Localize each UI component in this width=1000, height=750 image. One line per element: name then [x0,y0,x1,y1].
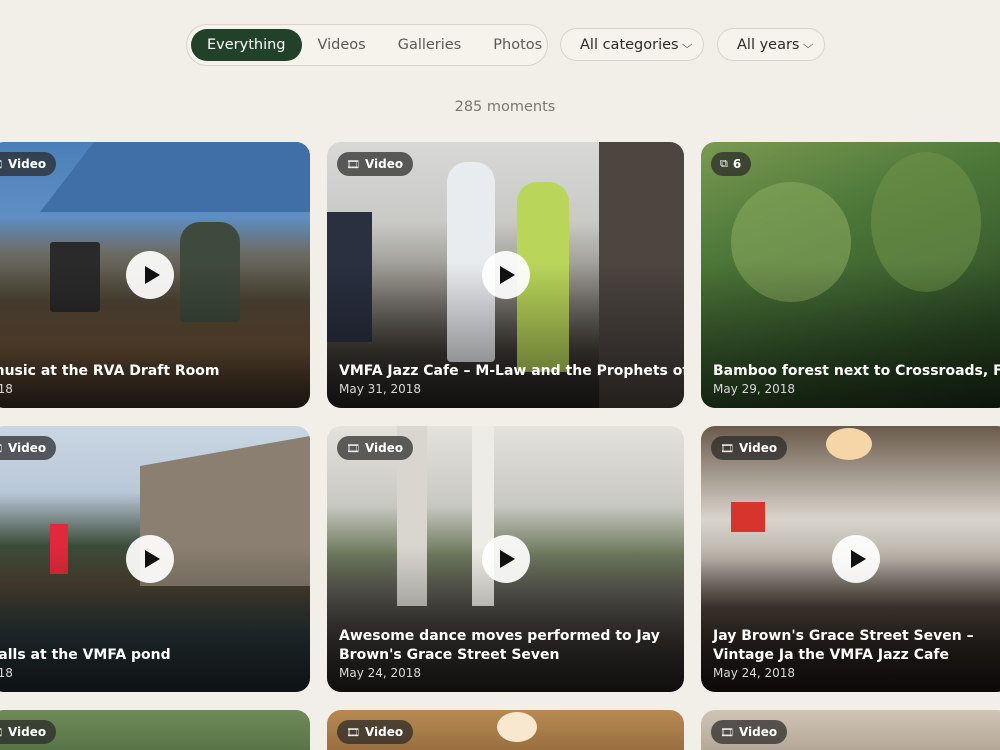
moments-count: 285 moments [454,99,556,115]
moment-card[interactable]: ⧉ 6 Bamboo forest next to Crossroads, Fo… [701,142,1000,408]
chevron-down-icon: ⌵ [802,37,814,51]
tab-photos[interactable]: Photos [477,29,558,61]
play-button[interactable] [481,251,530,299]
chevron-down-icon: ⌵ [681,37,693,51]
moment-card[interactable]: 🎞 Video VMFA Jazz Cafe – M-Law and the P… [327,142,684,408]
card-title: Jay Brown's Grace Street Seven – Vintage… [713,628,974,663]
moment-card[interactable]: 🎞 Video [327,710,684,750]
moment-card[interactable]: 🎞 Video Jay Brown's Grace Street Seven –… [701,426,1000,692]
content-type-filter: Everything Videos Galleries Photos [186,24,548,66]
video-badge: 🎞 Video [711,720,788,744]
card-date: May 31, 2018 [339,382,422,396]
card-date: May 24, 2018 [339,666,422,680]
play-icon [144,266,160,284]
moment-card[interactable]: 🎞 Video music at the RVA Draft Room 018 [0,142,310,408]
film-icon: 🎞 [346,725,360,739]
film-icon: 🎞 [0,726,3,739]
film-icon: 🎞 [346,441,360,455]
card-title: Awesome dance moves performed to Jay Bro… [339,628,660,663]
tab-everything[interactable]: Everything [191,29,302,61]
film-icon: 🎞 [720,441,734,455]
video-badge: 🎞 Video [0,152,57,176]
year-select[interactable]: All years ⌵ [717,28,825,61]
gallery-badge: ⧉ 6 [711,152,752,176]
play-button[interactable] [832,535,880,583]
play-icon [144,550,160,568]
card-title: calls at the VMFA pond [0,647,171,663]
video-badge: 🎞 Video [337,436,414,460]
category-select[interactable]: All categories ⌵ [560,28,704,61]
video-badge: 🎞 Video [337,720,414,744]
moment-card[interactable]: 🎞 Video [0,710,310,750]
category-select-value: All categories [580,36,679,53]
film-icon: 🎞 [0,158,3,171]
video-badge: 🎞 Video [0,436,57,460]
play-button[interactable] [126,535,174,583]
film-icon: 🎞 [0,442,3,455]
film-icon: 🎞 [720,725,734,739]
tab-galleries[interactable]: Galleries [382,29,478,61]
card-date: May 29, 2018 [713,382,796,396]
card-title: music at the RVA Draft Room [0,363,220,379]
card-title: VMFA Jazz Cafe – M-Law and the Prophets … [339,363,684,379]
video-badge: 🎞 Video [337,152,414,176]
tab-videos[interactable]: Videos [302,29,382,61]
play-icon [850,550,866,568]
play-button[interactable] [126,251,174,299]
play-button[interactable] [481,535,530,583]
year-select-value: All years [737,36,800,53]
film-icon: 🎞 [346,157,360,171]
moment-card[interactable]: 🎞 Video calls at the VMFA pond 018 [0,426,310,692]
play-icon [500,266,515,284]
video-badge: 🎞 Video [0,720,57,744]
play-icon [500,550,515,568]
card-date: 018 [0,382,13,396]
moment-card[interactable]: 🎞 Video [701,710,1000,750]
card-date: 018 [0,666,13,680]
moment-card[interactable]: 🎞 Video Awesome dance moves performed to… [327,426,684,692]
video-badge: 🎞 Video [711,436,788,460]
card-date: May 24, 2018 [713,666,796,680]
gallery-icon: ⧉ [720,157,728,170]
card-title: Bamboo forest next to Crossroads, Forest… [713,363,1000,379]
